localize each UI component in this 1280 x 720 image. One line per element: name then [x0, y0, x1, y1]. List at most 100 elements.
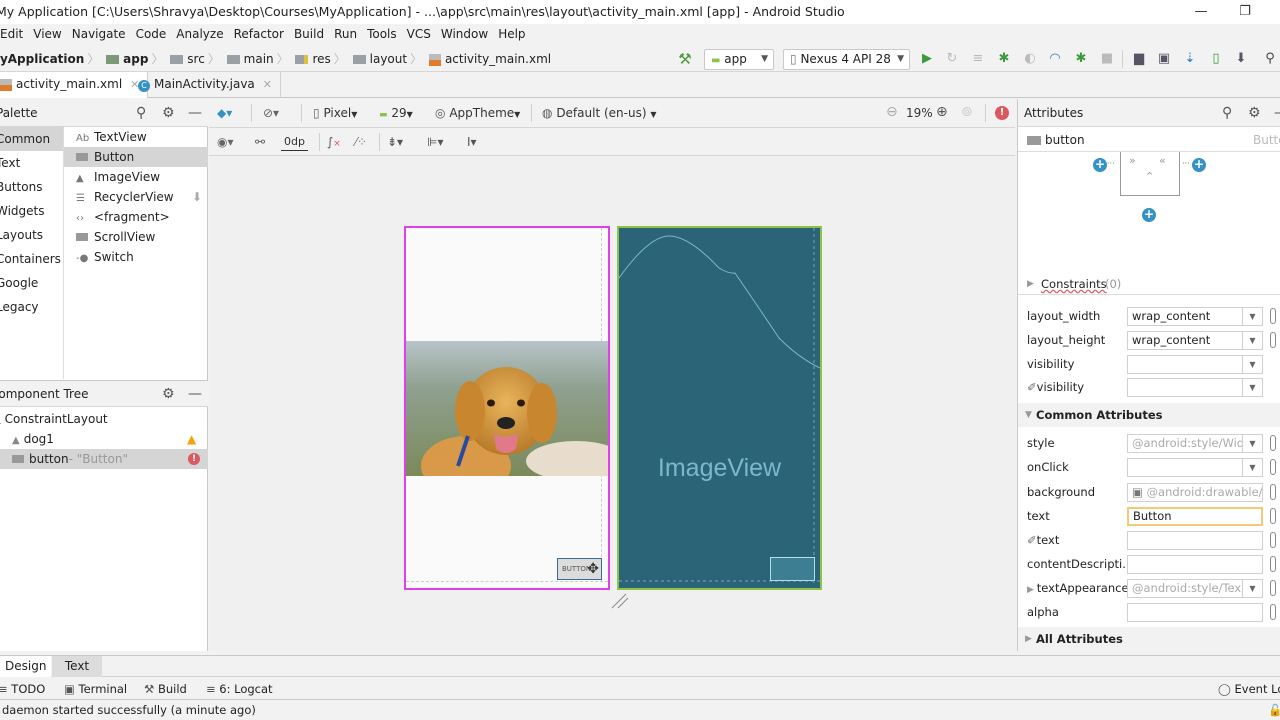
- common-attributes-section[interactable]: ▼ Common Attributes: [1018, 403, 1280, 427]
- text-input[interactable]: Button: [1127, 507, 1263, 526]
- guidelines-icon[interactable]: Ι▾: [467, 134, 477, 150]
- theme-select[interactable]: ◎ AppTheme▼: [435, 105, 520, 123]
- download-icon[interactable]: ⬇: [192, 187, 202, 207]
- status-message[interactable]: daemon started successfully (a minute ag…: [2, 700, 256, 720]
- reference-pin-icon[interactable]: [1270, 332, 1276, 348]
- constraint-widget[interactable]: » « ⌃: [1120, 152, 1180, 196]
- debug-icon[interactable]: ✱: [996, 51, 1012, 67]
- palette-item-button[interactable]: Button: [64, 147, 208, 167]
- crumb-main[interactable]: main: [244, 52, 274, 66]
- error-icon[interactable]: !: [188, 453, 200, 465]
- layout-height-select[interactable]: wrap_content ▼: [1127, 331, 1263, 350]
- clear-constraints-icon[interactable]: ∫×: [327, 134, 341, 152]
- palette-category-text[interactable]: Text: [0, 151, 63, 175]
- palette-item-imageview[interactable]: ▲ ImageView: [64, 167, 208, 187]
- search-everywhere-icon[interactable]: ⚲: [1262, 51, 1278, 67]
- reference-pin-icon[interactable]: [1270, 556, 1276, 572]
- coverage-icon[interactable]: ◐: [1022, 51, 1038, 67]
- align-icon[interactable]: ⊫▾: [427, 134, 443, 150]
- alpha-input[interactable]: [1127, 603, 1263, 622]
- tab-main-activity-java[interactable]: C MainActivity.java ✕: [130, 72, 281, 98]
- project-structure-icon[interactable]: ▆: [1131, 51, 1147, 67]
- design-surface-layers-icon[interactable]: ◆▾: [217, 105, 232, 121]
- palette-item-textview[interactable]: Ab TextView: [64, 127, 208, 147]
- selected-button-widget[interactable]: BUTTON ✥: [557, 558, 602, 580]
- reference-pin-icon[interactable]: [1270, 580, 1276, 596]
- menu-edit[interactable]: Edit: [0, 24, 28, 44]
- autoconnect-magnet-icon[interactable]: ⚯: [255, 134, 265, 150]
- palette-item-recyclerview[interactable]: ☰ RecyclerView ⬇: [64, 187, 208, 207]
- minimize-button[interactable]: —: [1178, 0, 1224, 24]
- dog1-imageview[interactable]: [406, 341, 608, 476]
- restore-button[interactable]: ❐: [1222, 0, 1268, 24]
- crumb-layout[interactable]: layout: [370, 52, 407, 66]
- reference-pin-icon[interactable]: [1270, 435, 1276, 451]
- locale-select[interactable]: ◍ Default (en-us) ▼: [542, 105, 657, 123]
- orientation-icon[interactable]: ⊘▾: [263, 105, 279, 121]
- style-select[interactable]: @android:style/Wid ▼: [1127, 434, 1263, 453]
- palette-category-containers[interactable]: Containers: [0, 247, 63, 271]
- tree-item-dog1[interactable]: ▲ dog1 ▲: [0, 429, 208, 449]
- close-icon[interactable]: ✕: [263, 78, 272, 91]
- reference-pin-icon[interactable]: [1270, 484, 1276, 500]
- view-options-eye-icon[interactable]: ◉▾: [217, 134, 234, 150]
- crumb-src[interactable]: src: [187, 52, 205, 66]
- warning-icon[interactable]: ▲: [187, 429, 196, 449]
- default-margin-select[interactable]: 0dp: [281, 134, 308, 151]
- minimize-panel-icon[interactable]: —: [188, 381, 202, 407]
- background-field[interactable]: ▣ @android:drawable/b: [1127, 483, 1263, 502]
- menu-window[interactable]: Window: [436, 24, 493, 44]
- attach-debugger-icon[interactable]: ✱: [1073, 51, 1089, 67]
- palette-category-common[interactable]: Common: [0, 127, 63, 151]
- pack-icon[interactable]: ⇟▾: [387, 134, 403, 150]
- tab-text[interactable]: Text: [52, 656, 102, 677]
- search-icon[interactable]: ⚲: [136, 99, 146, 127]
- visibility-select[interactable]: ▼: [1127, 355, 1263, 374]
- palette-category-widgets[interactable]: Widgets: [0, 199, 63, 223]
- apply-changes-icon[interactable]: ↻: [944, 51, 960, 67]
- menu-view[interactable]: View: [28, 24, 66, 44]
- lock-icon[interactable]: 🔓: [1268, 700, 1280, 720]
- minimize-panel-icon[interactable]: —: [188, 99, 202, 127]
- reference-pin-icon[interactable]: [1270, 308, 1276, 324]
- tools-visibility-select[interactable]: ▼: [1127, 378, 1263, 397]
- add-left-constraint-icon[interactable]: +: [1093, 158, 1107, 172]
- design-canvas[interactable]: [209, 157, 1016, 651]
- crumb-project[interactable]: MyApplication: [0, 52, 84, 66]
- api-level-select[interactable]: ▬ 29▼: [379, 105, 413, 123]
- sync-gradle-icon[interactable]: ⇣: [1182, 51, 1198, 67]
- logcat-button[interactable]: ≡ 6: Logcat: [206, 681, 273, 697]
- gear-icon[interactable]: ⚙: [162, 381, 175, 407]
- menu-help[interactable]: Help: [493, 24, 530, 44]
- profile-icon[interactable]: ◠: [1047, 51, 1063, 67]
- design-view-screen[interactable]: BUTTON ✥: [404, 226, 610, 590]
- run-icon[interactable]: ▶: [919, 51, 935, 67]
- attr-text-appearance-label[interactable]: ▶ textAppearance: [1027, 578, 1129, 598]
- device-preview-select[interactable]: ▯ Pixel▼: [313, 105, 357, 123]
- add-bottom-constraint-icon[interactable]: +: [1142, 208, 1156, 222]
- menu-code[interactable]: Code: [131, 24, 172, 44]
- onclick-select[interactable]: ▼: [1127, 458, 1263, 477]
- crumb-app[interactable]: app: [123, 52, 148, 66]
- gear-icon[interactable]: ⚙: [1248, 99, 1261, 127]
- palette-item-fragment[interactable]: ‹› <fragment>: [64, 207, 208, 227]
- palette-item-switch[interactable]: -● Switch: [64, 247, 208, 267]
- zoom-in-icon[interactable]: ⊕: [936, 104, 948, 120]
- build-button[interactable]: ⚒ Build: [144, 681, 187, 697]
- tab-activity-main-xml[interactable]: activity_main.xml ✕: [0, 72, 149, 98]
- avd-manager-icon[interactable]: ▯: [1208, 51, 1224, 67]
- text-appearance-select[interactable]: @android:style/Tex ▼: [1127, 579, 1263, 598]
- palette-category-layouts[interactable]: Layouts: [0, 223, 63, 247]
- menu-run[interactable]: Run: [329, 24, 362, 44]
- reference-pin-icon[interactable]: [1270, 604, 1276, 620]
- palette-category-buttons[interactable]: Buttons: [0, 175, 63, 199]
- resize-handle[interactable]: [610, 590, 630, 610]
- todo-button[interactable]: ≡ TODO: [0, 681, 45, 697]
- menu-vcs[interactable]: VCS: [402, 24, 436, 44]
- palette-category-google[interactable]: Google: [0, 271, 63, 295]
- all-attributes-section[interactable]: ▶ All Attributes: [1018, 627, 1280, 651]
- reference-pin-icon[interactable]: [1270, 508, 1276, 524]
- sdk-manager-icon[interactable]: ⬇: [1233, 51, 1249, 67]
- tree-item-button[interactable]: button- "Button"!: [0, 449, 208, 469]
- palette-category-legacy[interactable]: Legacy: [0, 295, 63, 319]
